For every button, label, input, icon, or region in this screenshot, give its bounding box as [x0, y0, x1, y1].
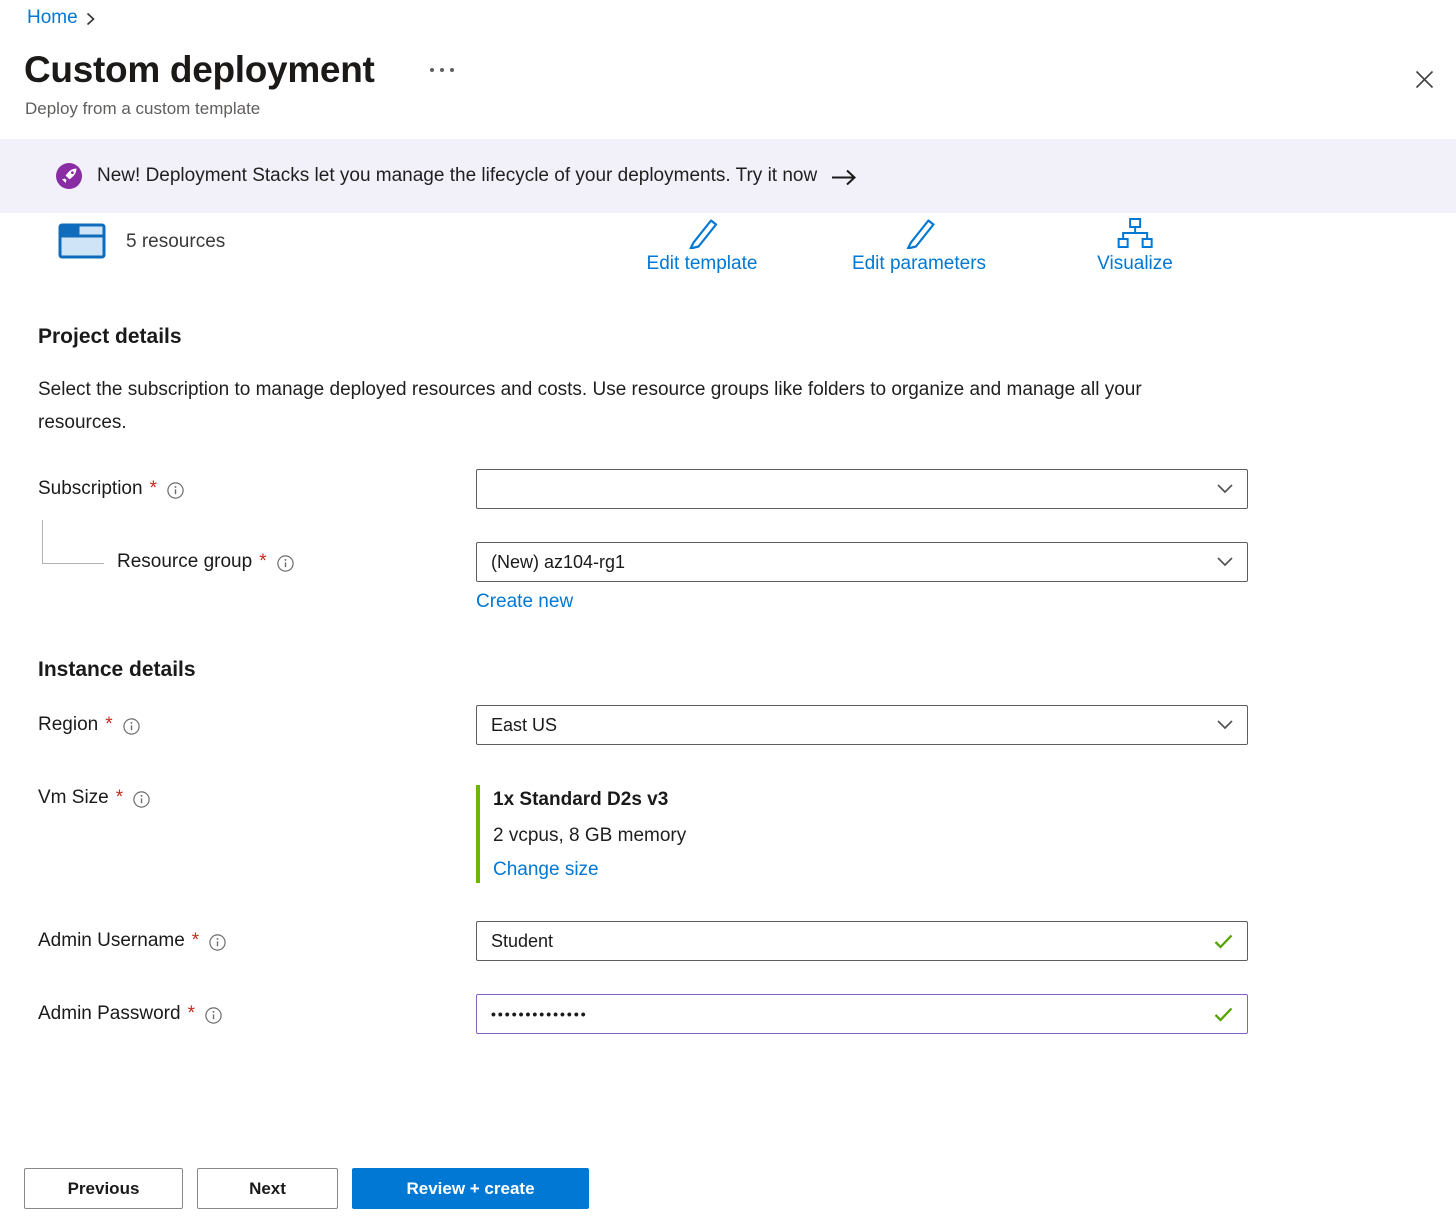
required-marker: * [116, 787, 123, 809]
admin-username-input[interactable] [491, 931, 1204, 952]
template-icon [58, 223, 106, 259]
required-marker: * [188, 1003, 195, 1025]
page-subtitle: Deploy from a custom template [25, 99, 1456, 119]
rocket-icon [55, 162, 83, 190]
resource-group-row: Resource group * (New) az104-rg1 Create n… [38, 542, 1456, 613]
previous-button[interactable]: Previous [24, 1168, 183, 1209]
region-label: Region [38, 714, 98, 736]
next-button[interactable]: Next [197, 1168, 338, 1209]
admin-password-input[interactable] [491, 1006, 1204, 1022]
more-options-button[interactable] [423, 61, 463, 79]
arrow-right-icon [831, 169, 857, 186]
vm-size-row: Vm Size * 1x Standard D2s v3 2 vcpus, 8 G… [38, 785, 1456, 883]
wizard-footer: Previous Next Review + create [24, 1168, 589, 1209]
checkmark-icon [1214, 1007, 1233, 1022]
info-icon[interactable] [277, 555, 294, 572]
pencil-icon [901, 217, 937, 249]
region-dropdown[interactable]: East US [476, 705, 1248, 745]
resource-group-value: (New) az104-rg1 [491, 552, 625, 573]
visualize-icon [1117, 217, 1153, 249]
admin-password-field [476, 994, 1248, 1034]
required-marker: * [192, 930, 199, 952]
breadcrumb-chevron-icon [86, 12, 95, 26]
page-title: Custom deployment [24, 49, 375, 91]
subscription-label: Subscription [38, 478, 143, 500]
edit-parameters-button[interactable]: Edit parameters [852, 217, 986, 275]
info-icon[interactable] [133, 791, 150, 808]
checkmark-icon [1214, 934, 1233, 949]
review-create-button[interactable]: Review + create [352, 1168, 589, 1209]
subscription-row: Subscription * [38, 469, 1456, 509]
breadcrumb: Home [0, 0, 1456, 29]
vm-size-specs: 2 vcpus, 8 GB memory [493, 823, 1248, 849]
visualize-button[interactable]: Visualize [1097, 217, 1173, 275]
child-field-connector [42, 520, 104, 564]
edit-parameters-label: Edit parameters [852, 253, 986, 275]
admin-username-row: Admin Username * [38, 921, 1456, 961]
change-size-link[interactable]: Change size [493, 859, 599, 881]
template-resources-count: 5 resources [126, 231, 225, 253]
admin-username-label: Admin Username [38, 930, 185, 952]
page-header: Custom deployment [24, 49, 1456, 91]
deployment-stacks-banner[interactable]: New! Deployment Stacks let you manage th… [0, 139, 1456, 213]
banner-text: New! Deployment Stacks let you manage th… [97, 165, 817, 187]
edit-template-button[interactable]: Edit template [647, 217, 758, 275]
admin-username-field [476, 921, 1248, 961]
region-row: Region * East US [38, 705, 1456, 745]
admin-password-label: Admin Password [38, 1003, 181, 1025]
template-summary: 5 resources [58, 223, 225, 259]
admin-password-row: Admin Password * [38, 994, 1456, 1034]
create-new-link[interactable]: Create new [476, 591, 573, 613]
chevron-down-icon [1217, 484, 1233, 494]
instance-details-heading: Instance details [38, 658, 1456, 682]
vm-size-selection: 1x Standard D2s v3 [493, 787, 1248, 813]
required-marker: * [105, 714, 112, 736]
chevron-down-icon [1217, 557, 1233, 567]
vm-size-summary: 1x Standard D2s v3 2 vcpus, 8 GB memory … [476, 785, 1248, 883]
subscription-dropdown[interactable] [476, 469, 1248, 509]
project-details-description: Select the subscription to manage deploy… [38, 373, 1198, 439]
template-bar: 5 resources Edit template Edit parameter… [0, 217, 1456, 291]
visualize-label: Visualize [1097, 253, 1173, 275]
close-icon [1415, 70, 1434, 89]
breadcrumb-home-link[interactable]: Home [27, 7, 78, 29]
close-button[interactable] [1411, 66, 1438, 98]
resource-group-label: Resource group [117, 551, 252, 573]
edit-template-label: Edit template [647, 253, 758, 275]
ellipsis-icon [429, 67, 457, 73]
required-marker: * [259, 551, 266, 573]
info-icon[interactable] [209, 934, 226, 951]
region-value: East US [491, 715, 557, 736]
chevron-down-icon [1217, 720, 1233, 730]
resource-group-dropdown[interactable]: (New) az104-rg1 [476, 542, 1248, 582]
vm-size-label: Vm Size [38, 787, 109, 809]
info-icon[interactable] [123, 718, 140, 735]
info-icon[interactable] [167, 482, 184, 499]
deployment-form: Subscription * Resource group * (New) az10… [0, 469, 1456, 1034]
required-marker: * [150, 478, 157, 500]
project-details-heading: Project details [38, 325, 1456, 349]
pencil-icon [684, 217, 720, 249]
info-icon[interactable] [205, 1007, 222, 1024]
